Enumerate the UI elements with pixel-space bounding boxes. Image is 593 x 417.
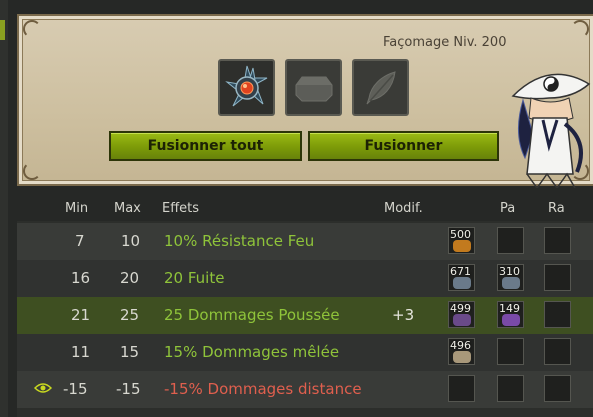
table-row[interactable]: 11 15 15% Dommages mêlée 496 [17, 334, 593, 371]
flee-rune-icon [453, 277, 471, 289]
effect-text: -15% Dommages distance [164, 380, 362, 398]
column-max: Max [114, 201, 141, 216]
min-value: 16 [71, 269, 91, 287]
character-avatar [511, 73, 591, 188]
max-value: 25 [120, 306, 140, 324]
corner-ornament [571, 20, 589, 38]
column-effects: Effets [162, 201, 200, 216]
ra-rune-slot[interactable] [544, 264, 571, 291]
effect-text: 10% Résistance Feu [164, 232, 315, 250]
effect-text: 25 Dommages Poussée [164, 306, 340, 324]
effect-text: 15% Dommages mêlée [164, 343, 340, 361]
melee-rune-icon [453, 351, 471, 363]
corner-ornament [23, 20, 41, 38]
item-slot[interactable] [218, 59, 275, 116]
max-value: 15 [120, 343, 140, 361]
feather-slot[interactable] [352, 59, 409, 116]
left-edge-marker [0, 20, 5, 40]
pa-rune-slot[interactable]: 149 [497, 301, 524, 328]
pa-rune-slot[interactable]: 310 [497, 264, 524, 291]
craft-level-label: Façomage Niv. 200 [383, 35, 507, 50]
table-row[interactable]: 7 10 10% Résistance Feu 500 [17, 223, 593, 260]
column-min: Min [65, 201, 89, 216]
corner-ornament [23, 162, 41, 180]
max-value: -15 [116, 380, 141, 398]
column-modif: Modif. [384, 201, 423, 216]
pushback-pa-rune-icon [502, 314, 520, 326]
column-pa: Pa [500, 201, 516, 216]
rune-slot[interactable]: 671 [448, 264, 475, 291]
fuse-all-button[interactable]: Fusionner tout [109, 131, 302, 161]
table-row[interactable]: 16 20 20 Fuite 671 310 [17, 260, 593, 297]
rune-slot[interactable]: 500 [448, 227, 475, 254]
ra-rune-slot[interactable] [544, 338, 571, 365]
max-value: 10 [121, 232, 141, 250]
min-value: 7 [75, 232, 85, 250]
rune-slot[interactable]: 499 [448, 301, 475, 328]
column-ra: Ra [548, 201, 565, 216]
table-row[interactable]: -15 -15 -15% Dommages distance [17, 371, 593, 408]
rune-slot[interactable] [448, 375, 475, 402]
min-value: 11 [71, 343, 91, 361]
effects-table: Min Max Effets Modif. Pa Ra 7 10 10% Rés… [17, 197, 593, 417]
spiked-item-icon [224, 65, 267, 106]
feather-icon [366, 70, 396, 104]
max-value: 20 [120, 269, 140, 287]
fuse-button[interactable]: Fusionner [308, 131, 499, 161]
eye-icon[interactable] [34, 382, 52, 394]
ra-rune-slot[interactable] [544, 227, 571, 254]
pa-rune-slot[interactable] [497, 375, 524, 402]
ra-rune-slot[interactable] [544, 301, 571, 328]
rune-stone-icon [295, 76, 332, 101]
table-row-selected[interactable]: 21 25 25 Dommages Poussée +3 499 149 [17, 297, 593, 334]
pushback-rune-icon [453, 314, 471, 326]
pa-rune-slot[interactable] [497, 227, 524, 254]
modif-value: +3 [392, 306, 415, 324]
effect-text: 20 Fuite [164, 269, 225, 287]
min-value: -15 [63, 380, 88, 398]
rune-slot[interactable] [285, 59, 342, 116]
table-header: Min Max Effets Modif. Pa Ra [17, 197, 593, 221]
rune-slot[interactable]: 496 [448, 338, 475, 365]
pa-rune-slot[interactable] [497, 338, 524, 365]
flee-pa-rune-icon [502, 277, 520, 289]
fire-rune-icon [453, 240, 471, 252]
min-value: 21 [71, 306, 91, 324]
left-edge [0, 0, 8, 417]
ra-rune-slot[interactable] [544, 375, 571, 402]
fusion-panel: Façomage Niv. 200 Fusionner tout Fusionn… [17, 14, 593, 188]
